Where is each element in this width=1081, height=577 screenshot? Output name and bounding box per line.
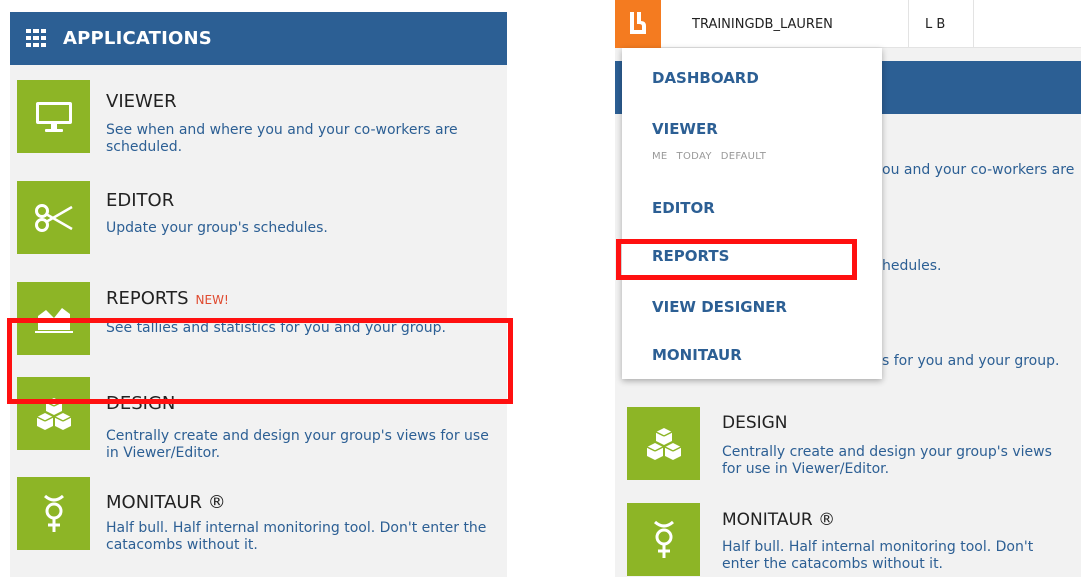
monitaur-tile[interactable] — [17, 477, 90, 550]
editor-desc: Update your group's schedules. — [106, 220, 328, 236]
logo[interactable] — [615, 0, 661, 48]
apps-grid-icon — [26, 29, 46, 47]
editor-tile[interactable] — [17, 181, 90, 254]
submenu-me[interactable]: ME — [652, 151, 668, 162]
design-tile-right[interactable] — [627, 407, 700, 480]
design-desc: Centrally create and design your group's… — [106, 428, 489, 461]
apps-dropdown-menu: DASHBOARD VIEWER ME TODAY DEFAULT EDITOR R… — [622, 48, 882, 379]
top-nav-bar: TRAININGDB_LAUREN L B — [615, 0, 1081, 48]
applications-title: APPLICATIONS — [63, 28, 212, 49]
reports-name-wrap[interactable]: REPORTS NEW! — [106, 288, 229, 309]
new-badge: NEW! — [195, 293, 229, 307]
monitaur-name-right[interactable]: MONITAUR ® — [722, 510, 835, 530]
viewer-tile[interactable] — [17, 80, 90, 153]
menu-item-editor[interactable]: EDITOR — [652, 199, 715, 217]
design-name-right[interactable]: DESIGN — [722, 413, 788, 433]
monitor-icon — [35, 101, 72, 132]
design-desc-right: Centrally create and design your group's… — [722, 444, 1052, 477]
mercury-icon — [43, 494, 64, 532]
cubes-icon — [646, 427, 681, 460]
applications-header: APPLICATIONS — [10, 12, 507, 65]
viewer-desc-partial: ou and your co-workers are — [882, 162, 1075, 178]
tab-divider — [973, 0, 974, 48]
tab-divider — [908, 0, 909, 48]
monitaur-desc-right: Half bull. Half internal monitoring tool… — [722, 539, 1034, 572]
mercury-icon — [653, 520, 674, 558]
app-row-editor[interactable]: EDITOR Update your group's schedules. — [10, 171, 507, 271]
submenu-today[interactable]: TODAY — [677, 151, 712, 162]
monitaur-desc: Half bull. Half internal monitoring tool… — [106, 520, 487, 553]
monitaur-name[interactable]: MONITAUR ® — [106, 492, 226, 513]
app-row-viewer[interactable]: VIEWER See when and where you and your c… — [10, 68, 507, 168]
monitaur-tile-right[interactable] — [627, 503, 700, 576]
applications-panel: APPLICATIONS VIEWER See when and where y… — [10, 12, 507, 577]
app-row-monitaur[interactable]: MONITAUR ® Half bull. Half internal moni… — [10, 477, 507, 577]
submenu-default[interactable]: DEFAULT — [721, 151, 766, 162]
tab-database[interactable]: TRAININGDB_LAUREN — [675, 0, 863, 48]
app-logo-icon — [630, 12, 646, 34]
editor-name[interactable]: EDITOR — [106, 190, 174, 211]
highlight-box-right — [616, 239, 857, 280]
tab-user[interactable]: L B — [925, 0, 945, 48]
menu-item-viewer[interactable]: VIEWER — [652, 120, 718, 138]
menu-item-view-designer[interactable]: VIEW DESIGNER — [652, 298, 787, 316]
viewer-name[interactable]: VIEWER — [106, 91, 177, 112]
viewer-submenu: ME TODAY DEFAULT — [652, 151, 775, 162]
viewer-desc: See when and where you and your co-worke… — [106, 122, 458, 155]
user-tab-label[interactable]: L B — [925, 17, 945, 32]
editor-desc-partial: hedules. — [882, 258, 942, 274]
database-tab-label[interactable]: TRAININGDB_LAUREN — [692, 17, 833, 32]
reports-desc-partial: s for you and your group. — [882, 353, 1060, 369]
reports-name[interactable]: REPORTS — [106, 288, 189, 309]
scissors-icon — [34, 203, 73, 232]
highlight-box-left — [7, 318, 513, 404]
menu-item-monitaur[interactable]: MONITAUR — [652, 346, 742, 364]
menu-item-dashboard[interactable]: DASHBOARD — [652, 69, 759, 87]
